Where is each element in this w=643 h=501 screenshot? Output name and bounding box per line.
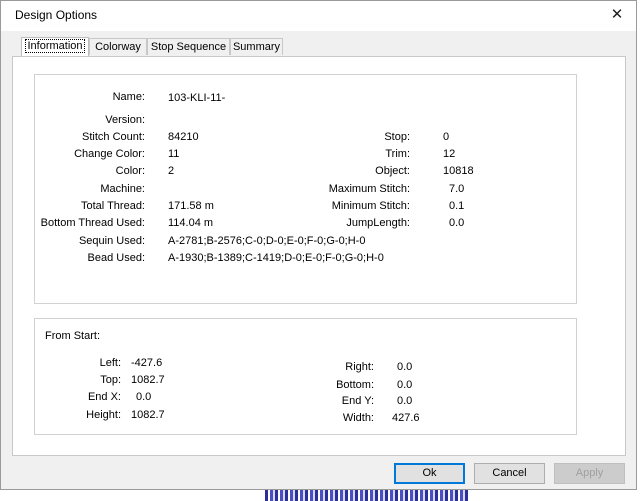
sequin-used-label: Sequin Used: <box>78 235 145 247</box>
top-value: 1082.7 <box>131 374 165 386</box>
bead-used-label: Bead Used: <box>87 252 145 264</box>
stop-label: Stop: <box>384 131 410 143</box>
minimum-stitch-label: Minimum Stitch: <box>331 200 410 212</box>
jump-length-value: 0.0 <box>449 217 465 229</box>
height-label: Height: <box>86 409 121 421</box>
cancel-button[interactable]: Cancel <box>474 463 545 484</box>
object-label: Object: <box>375 165 410 177</box>
trim-label: Trim: <box>385 148 410 160</box>
right-value: 0.0 <box>397 361 413 373</box>
stitch-count-value: 84210 <box>168 131 199 143</box>
tab-colorway[interactable]: Colorway <box>89 38 147 55</box>
stitch-count-label: Stitch Count: <box>82 131 145 143</box>
name-label: Name: <box>112 91 145 103</box>
from-start-group: From Start: Left: -427.6 Top: 1082.7 End… <box>34 318 577 435</box>
end-x-value: 0.0 <box>136 391 152 403</box>
stop-value: 0 <box>443 131 450 143</box>
end-y-label: End Y: <box>341 395 374 407</box>
design-options-dialog: Design Options ✕ Information Colorway St… <box>0 0 637 490</box>
bottom-thread-value: 114.04 m <box>168 217 214 229</box>
top-label: Top: <box>100 374 121 386</box>
ok-button[interactable]: Ok <box>394 463 465 484</box>
window-title: Design Options <box>15 8 98 22</box>
width-value: 427.6 <box>392 412 420 424</box>
jump-length-label: JumpLength: <box>346 217 410 229</box>
bottom-label: Bottom: <box>336 379 374 391</box>
bottom-thread-label: Bottom Thread Used: <box>40 217 145 229</box>
total-thread-value: 171.58 m <box>168 200 214 212</box>
left-value: -427.6 <box>131 357 163 369</box>
trim-value: 12 <box>443 148 456 160</box>
color-value: 2 <box>168 165 175 177</box>
information-page: Name: 103-KLI-11- Version: Stitch Count:… <box>12 56 626 456</box>
change-color-value: 11 <box>168 148 180 160</box>
height-value: 1082.7 <box>131 409 165 421</box>
minimum-stitch-value: 0.1 <box>449 200 465 212</box>
left-label: Left: <box>99 357 121 369</box>
end-x-label: End X: <box>87 391 121 403</box>
end-y-value: 0.0 <box>397 395 413 407</box>
apply-button[interactable]: Apply <box>554 463 625 484</box>
total-thread-label: Total Thread: <box>80 200 145 212</box>
tab-stop-sequence[interactable]: Stop Sequence <box>147 38 230 55</box>
title-bar: Design Options ✕ <box>1 1 636 31</box>
tab-summary[interactable]: Summary <box>230 38 283 55</box>
design-info-group: Name: 103-KLI-11- Version: Stitch Count:… <box>34 74 577 304</box>
sequin-used-value: A-2781;B-2576;C-0;D-0;E-0;F-0;G-0;H-0 <box>168 235 366 247</box>
color-label: Color: <box>115 165 145 177</box>
right-label: Right: <box>345 361 374 373</box>
maximum-stitch-value: 7.0 <box>449 183 465 195</box>
object-value: 10818 <box>443 165 474 177</box>
name-value: 103-KLI-11- <box>168 92 226 104</box>
close-icon[interactable]: ✕ <box>606 4 628 26</box>
maximum-stitch-label: Maximum Stitch: <box>328 183 410 195</box>
width-label: Width: <box>342 412 374 424</box>
version-label: Version: <box>105 114 145 126</box>
bottom-value: 0.0 <box>397 379 413 391</box>
bead-used-value: A-1930;B-1389;C-1419;D-0;E-0;F-0;G-0;H-0 <box>168 252 384 264</box>
from-start-heading: From Start: <box>45 330 101 342</box>
machine-label: Machine: <box>100 183 145 195</box>
background-pattern-bottom <box>265 490 470 501</box>
change-color-label: Change Color: <box>74 148 145 160</box>
tab-information[interactable]: Information <box>21 37 89 56</box>
